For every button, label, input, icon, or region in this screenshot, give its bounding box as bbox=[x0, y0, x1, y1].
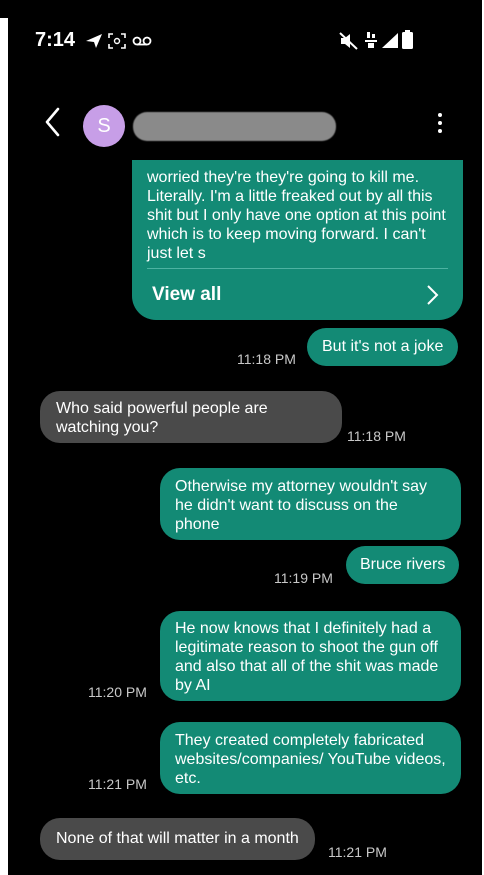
message-text: Bruce rivers bbox=[360, 556, 446, 573]
mute-icon bbox=[339, 32, 358, 50]
signal-icon bbox=[382, 33, 398, 48]
avatar-initial: S bbox=[97, 114, 111, 137]
chevron-right-icon[interactable] bbox=[425, 284, 439, 306]
contact-name[interactable] bbox=[133, 112, 336, 141]
voicemail-icon bbox=[132, 36, 152, 46]
message-bubble-outgoing[interactable]: Bruce rivers bbox=[346, 546, 460, 584]
screenshot-icon bbox=[108, 33, 126, 49]
message-bubble-outgoing[interactable]: They created completely fabricated websi… bbox=[160, 722, 461, 794]
message-bubble-outgoing[interactable]: worried they're they're going to kill me… bbox=[132, 160, 463, 320]
message-timestamp: 11:21 PM bbox=[88, 776, 147, 792]
message-timestamp: 11:18 PM bbox=[237, 351, 296, 367]
view-all-button[interactable]: View all bbox=[152, 284, 221, 306]
phone-screen: 7:14 S worried they're they're going to … bbox=[8, 0, 482, 875]
wifi-calling-icon bbox=[365, 32, 377, 48]
divider bbox=[147, 268, 448, 269]
avatar[interactable]: S bbox=[83, 105, 125, 147]
send-icon bbox=[86, 34, 102, 48]
message-text: He now knows that I definitely had a leg… bbox=[175, 620, 439, 694]
message-list[interactable]: worried they're they're going to kill me… bbox=[8, 160, 482, 875]
message-timestamp: 11:18 PM bbox=[347, 428, 406, 444]
battery-icon bbox=[402, 30, 413, 49]
message-bubble-outgoing[interactable]: He now knows that I definitely had a leg… bbox=[160, 611, 461, 701]
more-vertical-icon[interactable] bbox=[436, 109, 444, 143]
message-timestamp: 11:19 PM bbox=[274, 570, 333, 586]
chevron-left-icon[interactable] bbox=[39, 103, 67, 141]
conversation-header: S bbox=[8, 90, 482, 160]
message-timestamp: 11:21 PM bbox=[328, 844, 387, 860]
message-text: Who said powerful people are watching yo… bbox=[56, 400, 268, 436]
message-text: But it's not a joke bbox=[322, 338, 444, 355]
message-text: worried they're they're going to kill me… bbox=[147, 169, 446, 262]
message-bubble-outgoing[interactable]: But it's not a joke bbox=[307, 328, 459, 366]
message-timestamp: 11:20 PM bbox=[88, 684, 147, 700]
message-text: They created completely fabricated websi… bbox=[175, 732, 446, 787]
message-bubble-incoming[interactable]: None of that will matter in a month bbox=[40, 818, 315, 860]
message-bubble-incoming[interactable]: Who said powerful people are watching yo… bbox=[40, 391, 342, 443]
status-time: 7:14 bbox=[35, 29, 76, 51]
status-bar: 7:14 bbox=[8, 0, 482, 70]
message-text: Otherwise my attorney wouldn't say he di… bbox=[175, 478, 428, 533]
message-bubble-outgoing[interactable]: Otherwise my attorney wouldn't say he di… bbox=[160, 468, 461, 540]
message-text: None of that will matter in a month bbox=[56, 830, 299, 847]
